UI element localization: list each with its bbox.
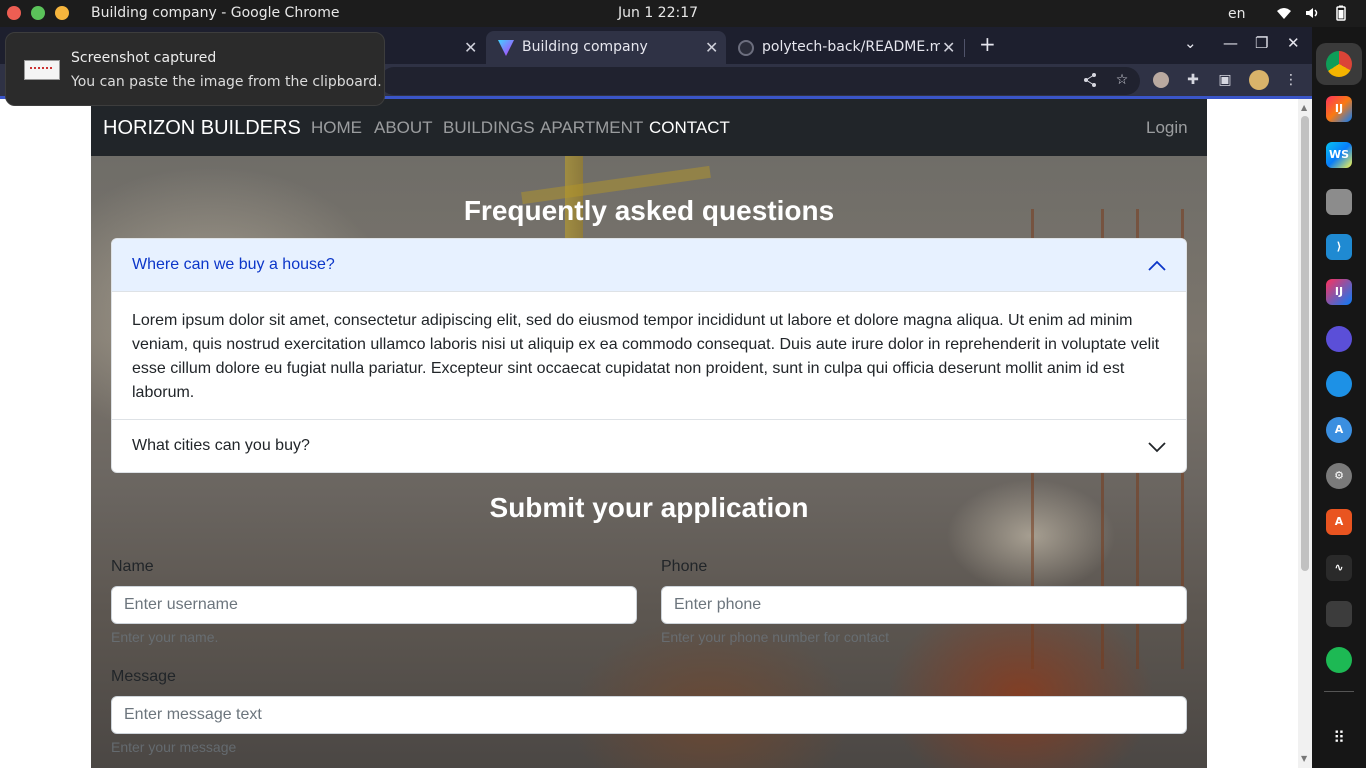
software-store-icon[interactable]: A — [1326, 509, 1352, 535]
scroll-up-icon[interactable]: ▲ — [1301, 103, 1307, 112]
scrollbar-thumb[interactable] — [1301, 116, 1309, 571]
tab-divider — [964, 39, 965, 57]
app-center-icon[interactable]: A — [1326, 417, 1352, 443]
address-bar[interactable] — [380, 67, 1140, 95]
close-icon[interactable]: ✕ — [464, 38, 477, 57]
nav-contact[interactable]: CONTACT — [649, 118, 730, 138]
nav-home[interactable]: HOME — [311, 118, 362, 138]
name-help-text: Enter your name. — [111, 629, 219, 645]
system-monitor-icon[interactable]: ∿ — [1326, 555, 1352, 581]
volume-icon[interactable] — [1304, 5, 1320, 21]
site-navbar: HORIZON BUILDERS HOME ABOUT BUILDINGS AP… — [91, 99, 1207, 156]
minimize-icon[interactable]: — — [1223, 34, 1238, 52]
accordion-header-collapsed[interactable]: What cities can you buy? — [112, 420, 1186, 472]
message-input[interactable] — [111, 696, 1187, 734]
browser-tab-active[interactable]: Building company ✕ — [486, 31, 726, 64]
close-icon[interactable]: ✕ — [942, 38, 955, 57]
star-icon[interactable]: ☆ — [1114, 72, 1130, 88]
intellij-icon[interactable]: IJ — [1326, 96, 1352, 122]
jetbrains-toolbox-icon[interactable]: IJ — [1326, 279, 1352, 305]
login-link[interactable]: Login — [1146, 118, 1188, 138]
faq-accordion: Where can we buy a house? Lorem ipsum do… — [111, 238, 1187, 473]
wifi-icon[interactable] — [1276, 5, 1292, 21]
new-tab-button[interactable]: + — [979, 32, 996, 56]
window-title: Building company - Google Chrome — [91, 5, 340, 21]
settings-icon[interactable]: ⚙ — [1326, 463, 1352, 489]
phone-input[interactable] — [661, 586, 1187, 624]
website: HORIZON BUILDERS HOME ABOUT BUILDINGS AP… — [91, 99, 1207, 768]
scroll-down-icon[interactable]: ▼ — [1301, 754, 1307, 763]
language-indicator[interactable]: en — [1228, 6, 1246, 22]
chevron-up-icon — [1148, 260, 1166, 271]
faq-title: Frequently asked questions — [463, 195, 835, 226]
remote-desktop-icon[interactable] — [1326, 601, 1352, 627]
chrome-icon[interactable] — [1326, 51, 1352, 77]
accordion-header-open[interactable]: Where can we buy a house? — [112, 239, 1186, 292]
show-apps-icon[interactable]: ⠿ — [1328, 727, 1350, 749]
faq-answer: Lorem ipsum dolor sit amet, consectetur … — [112, 292, 1186, 420]
github-favicon-icon — [738, 40, 754, 56]
application-form-title: Submit your application — [489, 492, 809, 523]
close-icon[interactable]: ✕ — [705, 38, 718, 57]
battery-icon[interactable] — [1333, 5, 1349, 21]
nav-buildings[interactable]: BUILDINGS — [443, 118, 535, 138]
faq-question: Where can we buy a house? — [132, 256, 335, 273]
chevron-down-icon — [1148, 442, 1166, 453]
restore-icon[interactable]: ❐ — [1255, 34, 1268, 52]
vite-favicon-icon — [498, 40, 514, 56]
docker-icon[interactable] — [1326, 371, 1352, 397]
menu-icon[interactable]: ⋮ — [1283, 72, 1299, 88]
window-minimize-button[interactable] — [55, 6, 69, 20]
window-close-button[interactable] — [7, 6, 21, 20]
extension-avatar-icon[interactable] — [1153, 72, 1169, 88]
spotify-icon[interactable] — [1326, 647, 1352, 673]
dock: IJ WS ⟩ IJ A ⚙ A ∿ ⠿ — [1312, 27, 1366, 768]
extensions-icon[interactable]: ✚ — [1185, 72, 1201, 88]
window-maximize-button[interactable] — [31, 6, 45, 20]
page-scrollbar[interactable]: ▲ ▼ — [1298, 99, 1312, 768]
browser-tab[interactable]: polytech-back/README.md ✕ — [726, 31, 964, 64]
tab-label: Building company — [522, 39, 648, 55]
phone-help-text: Enter your phone number for contact — [661, 629, 890, 645]
tab-label: polytech-back/README.md — [762, 39, 940, 55]
faq-question: What cities can you buy? — [132, 437, 310, 454]
webstorm-icon[interactable]: WS — [1326, 142, 1352, 168]
close-window-icon[interactable]: ✕ — [1287, 34, 1300, 52]
nav-about[interactable]: ABOUT — [374, 118, 433, 138]
name-input[interactable] — [111, 586, 637, 624]
tab-search-chevron-down-icon[interactable]: ⌄ — [1184, 34, 1197, 52]
notification-body: You can paste the image from the clipboa… — [71, 74, 382, 90]
dock-separator — [1324, 691, 1354, 692]
notification-title: Screenshot captured — [71, 50, 217, 66]
vscode-icon[interactable]: ⟩ — [1326, 234, 1352, 260]
brand-logo[interactable]: HORIZON BUILDERS — [103, 117, 301, 140]
nav-apartment[interactable]: APARTMENT — [540, 118, 643, 138]
share-icon[interactable] — [1082, 72, 1098, 88]
profile-avatar-icon[interactable] — [1249, 70, 1269, 90]
phone-label: Phone — [661, 558, 708, 575]
eclipse-app-icon[interactable] — [1326, 326, 1352, 352]
files-icon[interactable] — [1326, 189, 1352, 215]
screenshot-notification[interactable]: Screenshot captured You can paste the im… — [5, 32, 385, 106]
os-top-bar: Building company - Google Chrome Jun 1 2… — [0, 0, 1366, 27]
message-help-text: Enter your message — [111, 739, 237, 755]
screenshot-thumbnail — [24, 60, 60, 80]
name-label: Name — [111, 558, 154, 575]
side-panel-icon[interactable]: ▣ — [1217, 72, 1233, 88]
clock[interactable]: Jun 1 22:17 — [618, 5, 698, 21]
message-label: Message — [111, 668, 176, 685]
